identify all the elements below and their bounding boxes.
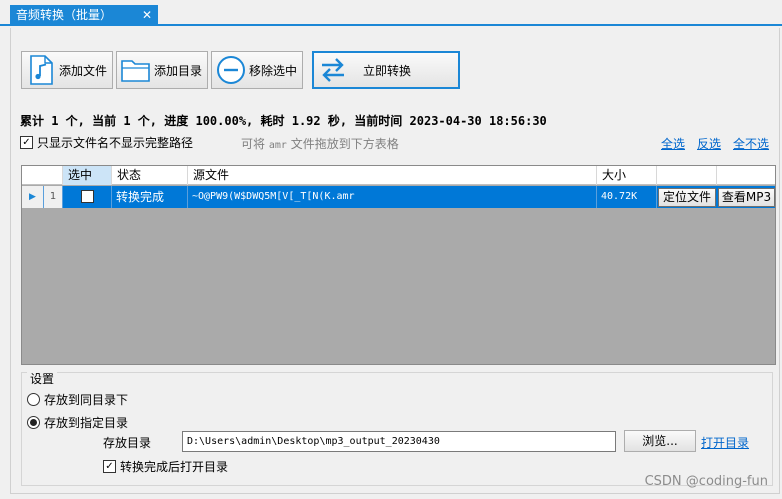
header-view [717, 166, 775, 185]
open-dir-link[interactable]: 打开目录 [701, 434, 749, 451]
table-header: 选中 状态 源文件 大小 [22, 166, 775, 185]
invert-selection-link[interactable]: 反选 [697, 135, 721, 152]
locate-file-button[interactable]: 定位文件 [658, 188, 716, 207]
header-size[interactable]: 大小 [597, 166, 657, 185]
add-directory-button[interactable]: 添加目录 [116, 51, 208, 89]
header-source[interactable]: 源文件 [188, 166, 597, 185]
drag-hint-suffix: 文件拖放到下方表格 [290, 137, 399, 151]
drag-hint: 可将 amr 文件拖放到下方表格 [241, 135, 399, 152]
close-icon[interactable]: ✕ [142, 5, 152, 26]
drag-hint-prefix: 可将 [241, 137, 266, 151]
row-index: 1 [44, 186, 63, 208]
open-after-label: 转换完成后打开目录 [120, 460, 229, 474]
minus-circle-icon [215, 54, 247, 86]
add-file-button[interactable]: 添加文件 [21, 51, 113, 89]
row-source: ~O@PW9(W$DWQ5M[V[_T[N(K.amr [188, 186, 597, 208]
add-directory-label: 添加目录 [154, 63, 203, 78]
row-arrow-icon: ▶ [22, 186, 44, 208]
only-filename-checkbox[interactable]: ✓ [20, 136, 33, 149]
header-state[interactable]: 状态 [112, 166, 188, 185]
row-size: 40.72K [597, 186, 657, 208]
watermark: CSDN @coding-fun [644, 474, 768, 489]
folder-icon [120, 54, 152, 86]
specific-dir-radio[interactable] [27, 416, 40, 429]
tab-title: 音频转换（批量） [16, 8, 113, 22]
progress-status: 累计 1 个, 当前 1 个, 进度 100.00%, 耗时 1.92 秒, 当… [20, 114, 547, 128]
open-after-option[interactable]: ✓ 转换完成后打开目录 [103, 458, 228, 475]
only-filename-option[interactable]: ✓ 只显示文件名不显示完整路径 [20, 134, 193, 151]
add-file-label: 添加文件 [59, 63, 108, 78]
same-dir-option[interactable]: 存放到同目录下 [27, 391, 128, 408]
remove-selected-button[interactable]: 移除选中 [211, 51, 303, 89]
row-state: 转换完成 [112, 186, 188, 208]
swap-arrows-icon [317, 54, 349, 86]
settings-title: 设置 [27, 370, 58, 387]
select-all-link[interactable]: 全选 [661, 135, 685, 152]
drag-hint-ext: amr [268, 140, 287, 151]
select-none-link[interactable]: 全不选 [733, 135, 769, 152]
output-dir-input[interactable]: D:\Users\admin\Desktop\mp3_output_202304… [182, 431, 616, 452]
remove-selected-label: 移除选中 [249, 63, 298, 78]
tab-audio-convert[interactable]: 音频转换（批量） ✕ [10, 5, 158, 26]
header-selected[interactable]: 选中 [63, 166, 112, 185]
specific-dir-option[interactable]: 存放到指定目录 [27, 414, 128, 431]
header-rowhead [22, 166, 63, 185]
same-dir-label: 存放到同目录下 [44, 393, 129, 407]
convert-now-label: 立即转换 [363, 63, 412, 78]
only-filename-label: 只显示文件名不显示完整路径 [37, 136, 194, 150]
browse-button[interactable]: 浏览... [624, 430, 696, 452]
table-row[interactable]: ▶ 1 转换完成 ~O@PW9(W$DWQ5M[V[_T[N(K.amr 40.… [22, 186, 775, 208]
header-locate [657, 166, 717, 185]
open-after-checkbox[interactable]: ✓ [103, 460, 116, 473]
specific-dir-label: 存放到指定目录 [44, 416, 129, 430]
music-file-icon [25, 54, 57, 86]
file-table[interactable]: 选中 状态 源文件 大小 ▶ 1 转换完成 ~O@PW9(W$DWQ5M[V[_… [21, 165, 776, 365]
dir-label: 存放目录 [103, 436, 152, 450]
same-dir-radio[interactable] [27, 393, 40, 406]
convert-now-button[interactable]: 立即转换 [312, 51, 460, 89]
view-mp3-button[interactable]: 查看MP3 [718, 188, 775, 207]
tab-bar: 音频转换（批量） ✕ [0, 0, 782, 26]
main-panel: 添加文件 添加目录 移除选中 立即转换 累计 1 个, 当前 1 个, 进度 1… [10, 28, 780, 494]
row-checkbox[interactable] [80, 190, 94, 203]
row-select-cell[interactable] [63, 186, 112, 208]
